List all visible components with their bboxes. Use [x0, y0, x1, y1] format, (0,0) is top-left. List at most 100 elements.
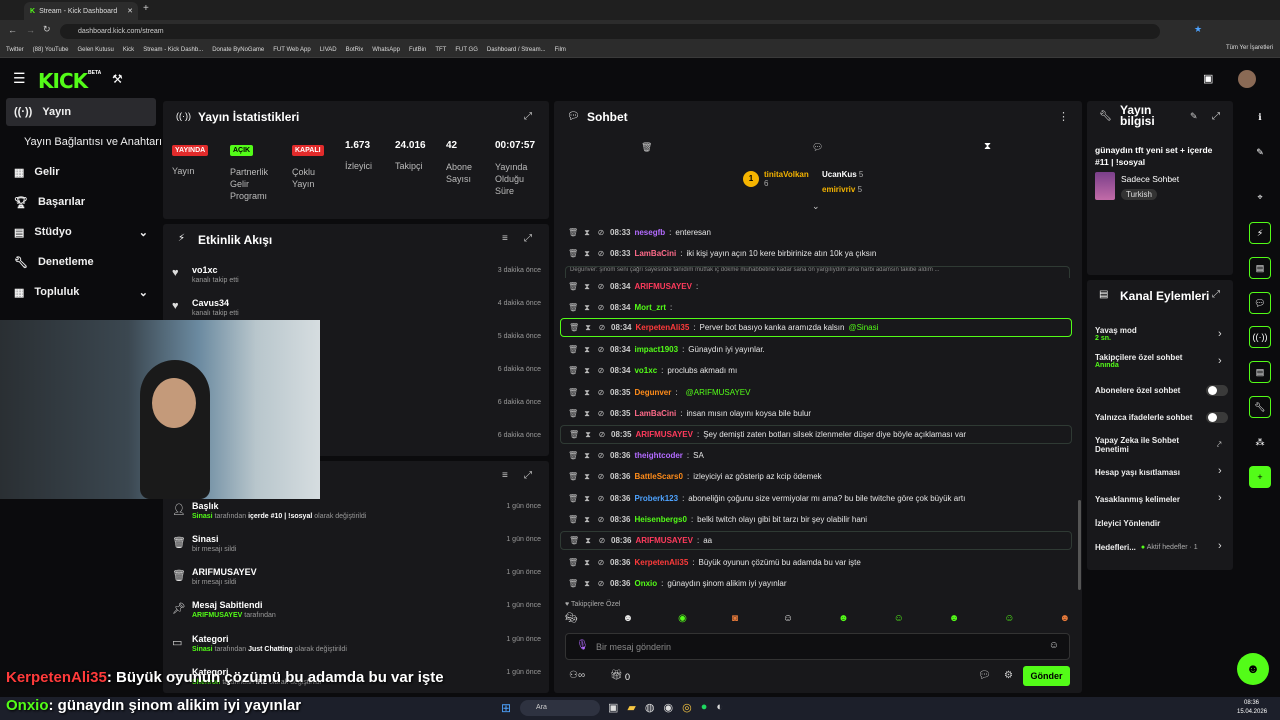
timeout-icon[interactable]: ⧗: [582, 228, 592, 238]
timeout-icon[interactable]: ⧗: [583, 536, 593, 546]
back-icon[interactable]: ←: [8, 25, 17, 35]
bookmark-item[interactable]: LIVAD: [320, 47, 337, 53]
timeout-icon[interactable]: ⧗: [582, 515, 592, 525]
chevron-right-icon[interactable]: ›: [1218, 492, 1222, 504]
delete-message-icon[interactable]: 🗑︎: [568, 494, 578, 503]
mic-icon[interactable]: 🎙︎: [576, 640, 589, 651]
ban-icon[interactable]: ⊘: [596, 388, 606, 397]
chat-options-icon[interactable]: 💬︎: [978, 670, 991, 681]
hammer-icon[interactable]: ⚒: [112, 72, 123, 86]
chat-input[interactable]: 🎙︎ Bir mesaj gönderin ☺: [565, 633, 1070, 660]
bookmark-item[interactable]: Gelen Kutusu: [77, 47, 113, 53]
message-user[interactable]: Degunver: [634, 388, 671, 397]
ban-icon[interactable]: ⊘: [596, 515, 606, 524]
kick-logo[interactable]: KICK: [38, 69, 88, 93]
emote-icon[interactable]: ☺: [894, 613, 904, 629]
taskbar-search[interactable]: Ara: [520, 700, 600, 716]
pen-icon[interactable]: ✎: [1249, 141, 1271, 163]
slow-mode[interactable]: Yavaş mod 2 sn.: [1095, 326, 1230, 342]
delete-message-icon[interactable]: 🗑︎: [568, 515, 578, 524]
hourglass-icon[interactable]: ⧗: [984, 141, 991, 152]
filter-icon[interactable]: ≡: [502, 233, 508, 244]
timeout-icon[interactable]: ⧗: [582, 472, 592, 482]
timeout-icon[interactable]: ⧗: [583, 323, 593, 333]
goals[interactable]: Hedefleri... ● Aktif hedefler · 1: [1095, 543, 1230, 552]
subscribers-only-toggle[interactable]: [1206, 385, 1228, 396]
close-icon[interactable]: ✕: [127, 7, 133, 15]
message-user[interactable]: vo1xc: [634, 366, 657, 375]
chevron-right-icon[interactable]: ›: [1218, 355, 1222, 367]
delete-message-icon[interactable]: 🗑︎: [568, 345, 578, 354]
ban-icon[interactable]: ⊘: [596, 282, 606, 291]
delete-message-icon[interactable]: 🗑︎: [568, 388, 578, 397]
bookmark-item[interactable]: Twitter: [6, 47, 24, 53]
bookmark-item[interactable]: FUT GG: [455, 47, 478, 53]
info-icon[interactable]: ℹ: [1249, 106, 1271, 128]
support-chat-button[interactable]: ☻: [1237, 653, 1269, 685]
more-icon[interactable]: ⋮: [1058, 110, 1069, 123]
message-user[interactable]: Onxio: [634, 579, 657, 588]
new-tab-icon[interactable]: +: [143, 3, 149, 14]
collapse-icon[interactable]: ⌄: [812, 201, 820, 212]
emote-icon[interactable]: ◙: [732, 613, 738, 629]
emotes-only-toggle[interactable]: [1206, 412, 1228, 423]
message-mention[interactable]: @ARIFMUSAYEV: [686, 388, 751, 397]
emote-icon[interactable]: ☻: [623, 613, 634, 629]
timeout-icon[interactable]: ⧗: [582, 282, 592, 292]
bookmark-item[interactable]: Dashboard / Stream...: [487, 47, 546, 53]
bookmark-item[interactable]: FUT Web App: [273, 47, 310, 53]
app-icon[interactable]: ▣: [608, 701, 618, 714]
crosshair-icon[interactable]: ⌖: [1249, 186, 1271, 208]
timeout-icon[interactable]: ⧗: [583, 430, 593, 440]
emote-icon[interactable]: ◉: [678, 613, 687, 629]
wrench-icon[interactable]: 🔧︎: [1249, 396, 1271, 418]
ban-icon[interactable]: ⊘: [596, 249, 606, 258]
emote-icon[interactable]: ☺: [783, 613, 793, 629]
ban-icon[interactable]: ⊘: [596, 472, 606, 481]
bookmark-item[interactable]: Kick: [123, 47, 134, 53]
timeout-icon[interactable]: ⧗: [582, 451, 592, 461]
emoji-icon[interactable]: ☺: [1049, 640, 1059, 651]
message-user[interactable]: LamBaCini: [634, 409, 676, 418]
message-user[interactable]: KerpetenAli35: [634, 558, 688, 567]
expand-icon[interactable]: ⤢: [524, 233, 532, 244]
chevron-right-icon[interactable]: ›: [1218, 540, 1222, 552]
delete-message-icon[interactable]: 🗑︎: [568, 558, 578, 567]
message-user[interactable]: BattleScars0: [634, 472, 682, 481]
ban-icon[interactable]: ⊘: [597, 430, 607, 439]
bookmark-item[interactable]: WhatsApp: [372, 47, 400, 53]
ban-icon[interactable]: ⊘: [596, 345, 606, 354]
banned-words[interactable]: Yasaklanmış kelimeler: [1095, 495, 1230, 504]
ban-icon[interactable]: ⊘: [596, 494, 606, 503]
menu-icon[interactable]: ☰: [13, 70, 26, 87]
timeout-icon[interactable]: ⧗: [582, 303, 592, 313]
ban-icon[interactable]: ⊘: [596, 409, 606, 418]
expand-icon[interactable]: ⤢: [524, 111, 532, 122]
settings-icon[interactable]: ⚙: [1004, 670, 1013, 681]
message-user[interactable]: theightcoder: [634, 451, 682, 460]
ban-icon[interactable]: ⊘: [597, 536, 607, 545]
followers-only-chat[interactable]: Takipçilere özel sohbet Anında: [1095, 353, 1230, 369]
creator-icon[interactable]: ▣: [1203, 72, 1213, 85]
ai-moderation[interactable]: Yapay Zeka ile Sohbet Denetimi: [1095, 436, 1205, 454]
raid-viewers[interactable]: İzleyici Yönlendir: [1095, 519, 1230, 528]
message-mention[interactable]: @Sinasi: [848, 323, 878, 332]
actions-icon[interactable]: ▤: [1249, 361, 1271, 383]
ban-icon[interactable]: ⊘: [596, 579, 606, 588]
star-icon[interactable]: ★: [1194, 24, 1202, 35]
bookmark-item[interactable]: Stream - Kick Dashb...: [143, 47, 203, 53]
forward-icon[interactable]: →: [26, 25, 35, 35]
delete-message-icon[interactable]: 🗑︎: [568, 451, 578, 460]
bookmark-item[interactable]: Donate ByNoGame: [212, 47, 264, 53]
timeout-icon[interactable]: ⧗: [582, 366, 592, 376]
ban-icon[interactable]: ⊘: [596, 228, 606, 237]
bookmark-item[interactable]: FutBin: [409, 47, 426, 53]
timeout-icon[interactable]: ⧗: [582, 345, 592, 355]
delete-message-icon[interactable]: 🗑︎: [568, 366, 578, 375]
expand-icon[interactable]: ⤢: [1212, 111, 1220, 122]
sidebar-item-denetleme[interactable]: 🔧︎ Denetleme: [6, 248, 156, 276]
bookmark-item[interactable]: BotRix: [346, 47, 364, 53]
delete-message-icon[interactable]: 🗑︎: [568, 228, 578, 237]
emote-icon[interactable]: ☻: [1059, 613, 1070, 629]
bookmark-item[interactable]: TFT: [435, 47, 446, 53]
